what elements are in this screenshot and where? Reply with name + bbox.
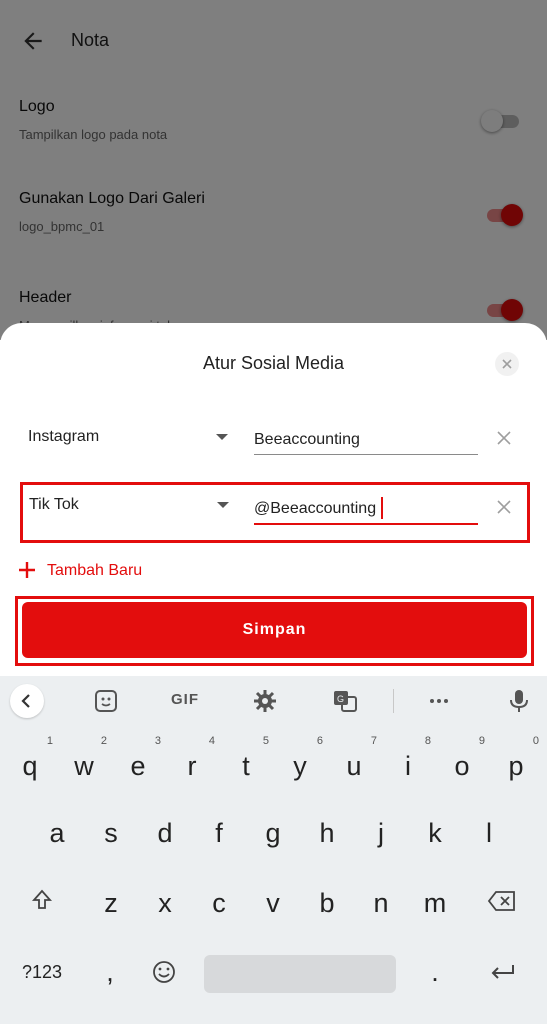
save-button[interactable]: Simpan bbox=[22, 602, 527, 658]
key-f[interactable]: f bbox=[192, 803, 246, 863]
handle-input[interactable] bbox=[254, 426, 478, 455]
key-n[interactable]: n bbox=[354, 873, 408, 933]
sheet-title: Atur Sosial Media bbox=[202, 353, 345, 373]
key-label: o bbox=[454, 751, 470, 781]
close-button[interactable] bbox=[495, 352, 519, 376]
key-y[interactable]: y6 bbox=[273, 735, 327, 796]
translate-icon[interactable]: G bbox=[332, 688, 358, 714]
key-t[interactable]: t5 bbox=[219, 735, 273, 796]
dropdown-arrow-icon bbox=[216, 434, 228, 440]
key-hint: 6 bbox=[316, 735, 323, 747]
key-label: y bbox=[293, 751, 307, 781]
backspace-key[interactable] bbox=[476, 871, 530, 931]
comma-key[interactable]: , bbox=[83, 942, 137, 1002]
key-x[interactable]: x bbox=[138, 873, 192, 933]
key-k[interactable]: k bbox=[408, 803, 462, 863]
key-l[interactable]: l bbox=[462, 803, 516, 863]
key-hint: 1 bbox=[46, 735, 53, 747]
handle-input-active[interactable] bbox=[254, 495, 478, 525]
modal-scrim[interactable] bbox=[0, 0, 547, 340]
platform-label: Tik Tok bbox=[29, 496, 79, 513]
key-hint: 9 bbox=[478, 735, 485, 747]
key-j[interactable]: j bbox=[354, 803, 408, 863]
key-hint: 8 bbox=[424, 735, 431, 747]
social-row-tiktok: Tik Tok bbox=[20, 482, 530, 543]
toolbar-divider bbox=[393, 689, 394, 713]
key-z[interactable]: z bbox=[84, 873, 138, 933]
key-q[interactable]: q1 bbox=[3, 735, 57, 796]
key-label: i bbox=[405, 751, 411, 781]
key-label: u bbox=[346, 751, 362, 781]
key-hint: 5 bbox=[262, 735, 269, 747]
shift-key[interactable] bbox=[15, 871, 69, 931]
more-icon[interactable] bbox=[426, 688, 452, 714]
dropdown-arrow-icon bbox=[217, 502, 229, 508]
chevron-left-icon bbox=[21, 694, 30, 708]
key-label: q bbox=[22, 751, 38, 781]
key-label: r bbox=[187, 751, 197, 781]
enter-key[interactable] bbox=[476, 942, 530, 1002]
key-s[interactable]: s bbox=[84, 803, 138, 863]
keyboard-toolbar: GIF G bbox=[0, 676, 547, 726]
key-hint: 3 bbox=[154, 735, 161, 747]
period-key[interactable]: . bbox=[408, 942, 462, 1002]
key-hint: 0 bbox=[532, 735, 539, 747]
gif-button[interactable]: GIF bbox=[171, 691, 199, 708]
key-u[interactable]: u7 bbox=[327, 735, 381, 796]
key-e[interactable]: e3 bbox=[111, 735, 165, 796]
space-key[interactable] bbox=[204, 955, 396, 993]
key-hint: 7 bbox=[370, 735, 377, 747]
key-r[interactable]: r4 bbox=[165, 735, 219, 796]
add-new-label: Tambah Baru bbox=[47, 562, 143, 579]
platform-dropdown[interactable]: Tik Tok bbox=[29, 488, 229, 528]
gear-icon[interactable] bbox=[252, 688, 278, 714]
key-p[interactable]: p0 bbox=[489, 735, 543, 796]
remove-row-icon[interactable] bbox=[494, 497, 514, 517]
key-d[interactable]: d bbox=[138, 803, 192, 863]
close-icon bbox=[502, 359, 512, 369]
sticker-icon[interactable] bbox=[93, 688, 119, 714]
key-hint: 4 bbox=[208, 735, 215, 747]
platform-dropdown[interactable]: Instagram bbox=[28, 420, 228, 460]
key-a[interactable]: a bbox=[30, 803, 84, 863]
key-c[interactable]: c bbox=[192, 873, 246, 933]
key-o[interactable]: o9 bbox=[435, 735, 489, 796]
svg-text:G: G bbox=[337, 694, 344, 704]
key-g[interactable]: g bbox=[246, 803, 300, 863]
key-v[interactable]: v bbox=[246, 873, 300, 933]
emoji-key[interactable] bbox=[137, 942, 191, 1002]
symbols-key[interactable]: ?123 bbox=[15, 942, 69, 1002]
key-h[interactable]: h bbox=[300, 803, 354, 863]
save-highlight: Simpan bbox=[15, 596, 534, 666]
soft-keyboard: GIF G q1w2e3r4t5y6u7i8o9p0 asdfghjkl zxc… bbox=[0, 676, 547, 1024]
key-label: e bbox=[130, 751, 146, 781]
social-media-sheet: Atur Sosial Media Instagram Tik Tok Tamb… bbox=[0, 323, 547, 676]
key-hint: 2 bbox=[100, 735, 107, 747]
keyboard-collapse-button[interactable] bbox=[10, 684, 44, 718]
platform-label: Instagram bbox=[28, 428, 100, 445]
key-label: w bbox=[74, 751, 94, 781]
text-cursor bbox=[381, 497, 383, 519]
key-i[interactable]: i8 bbox=[381, 735, 435, 796]
mic-icon[interactable] bbox=[506, 688, 532, 714]
plus-icon bbox=[19, 562, 35, 578]
social-row-instagram: Instagram bbox=[20, 420, 530, 478]
key-label: t bbox=[242, 751, 250, 781]
key-w[interactable]: w2 bbox=[57, 735, 111, 796]
key-b[interactable]: b bbox=[300, 873, 354, 933]
remove-row-icon[interactable] bbox=[494, 428, 514, 448]
key-label: p bbox=[508, 751, 524, 781]
key-m[interactable]: m bbox=[408, 873, 462, 933]
